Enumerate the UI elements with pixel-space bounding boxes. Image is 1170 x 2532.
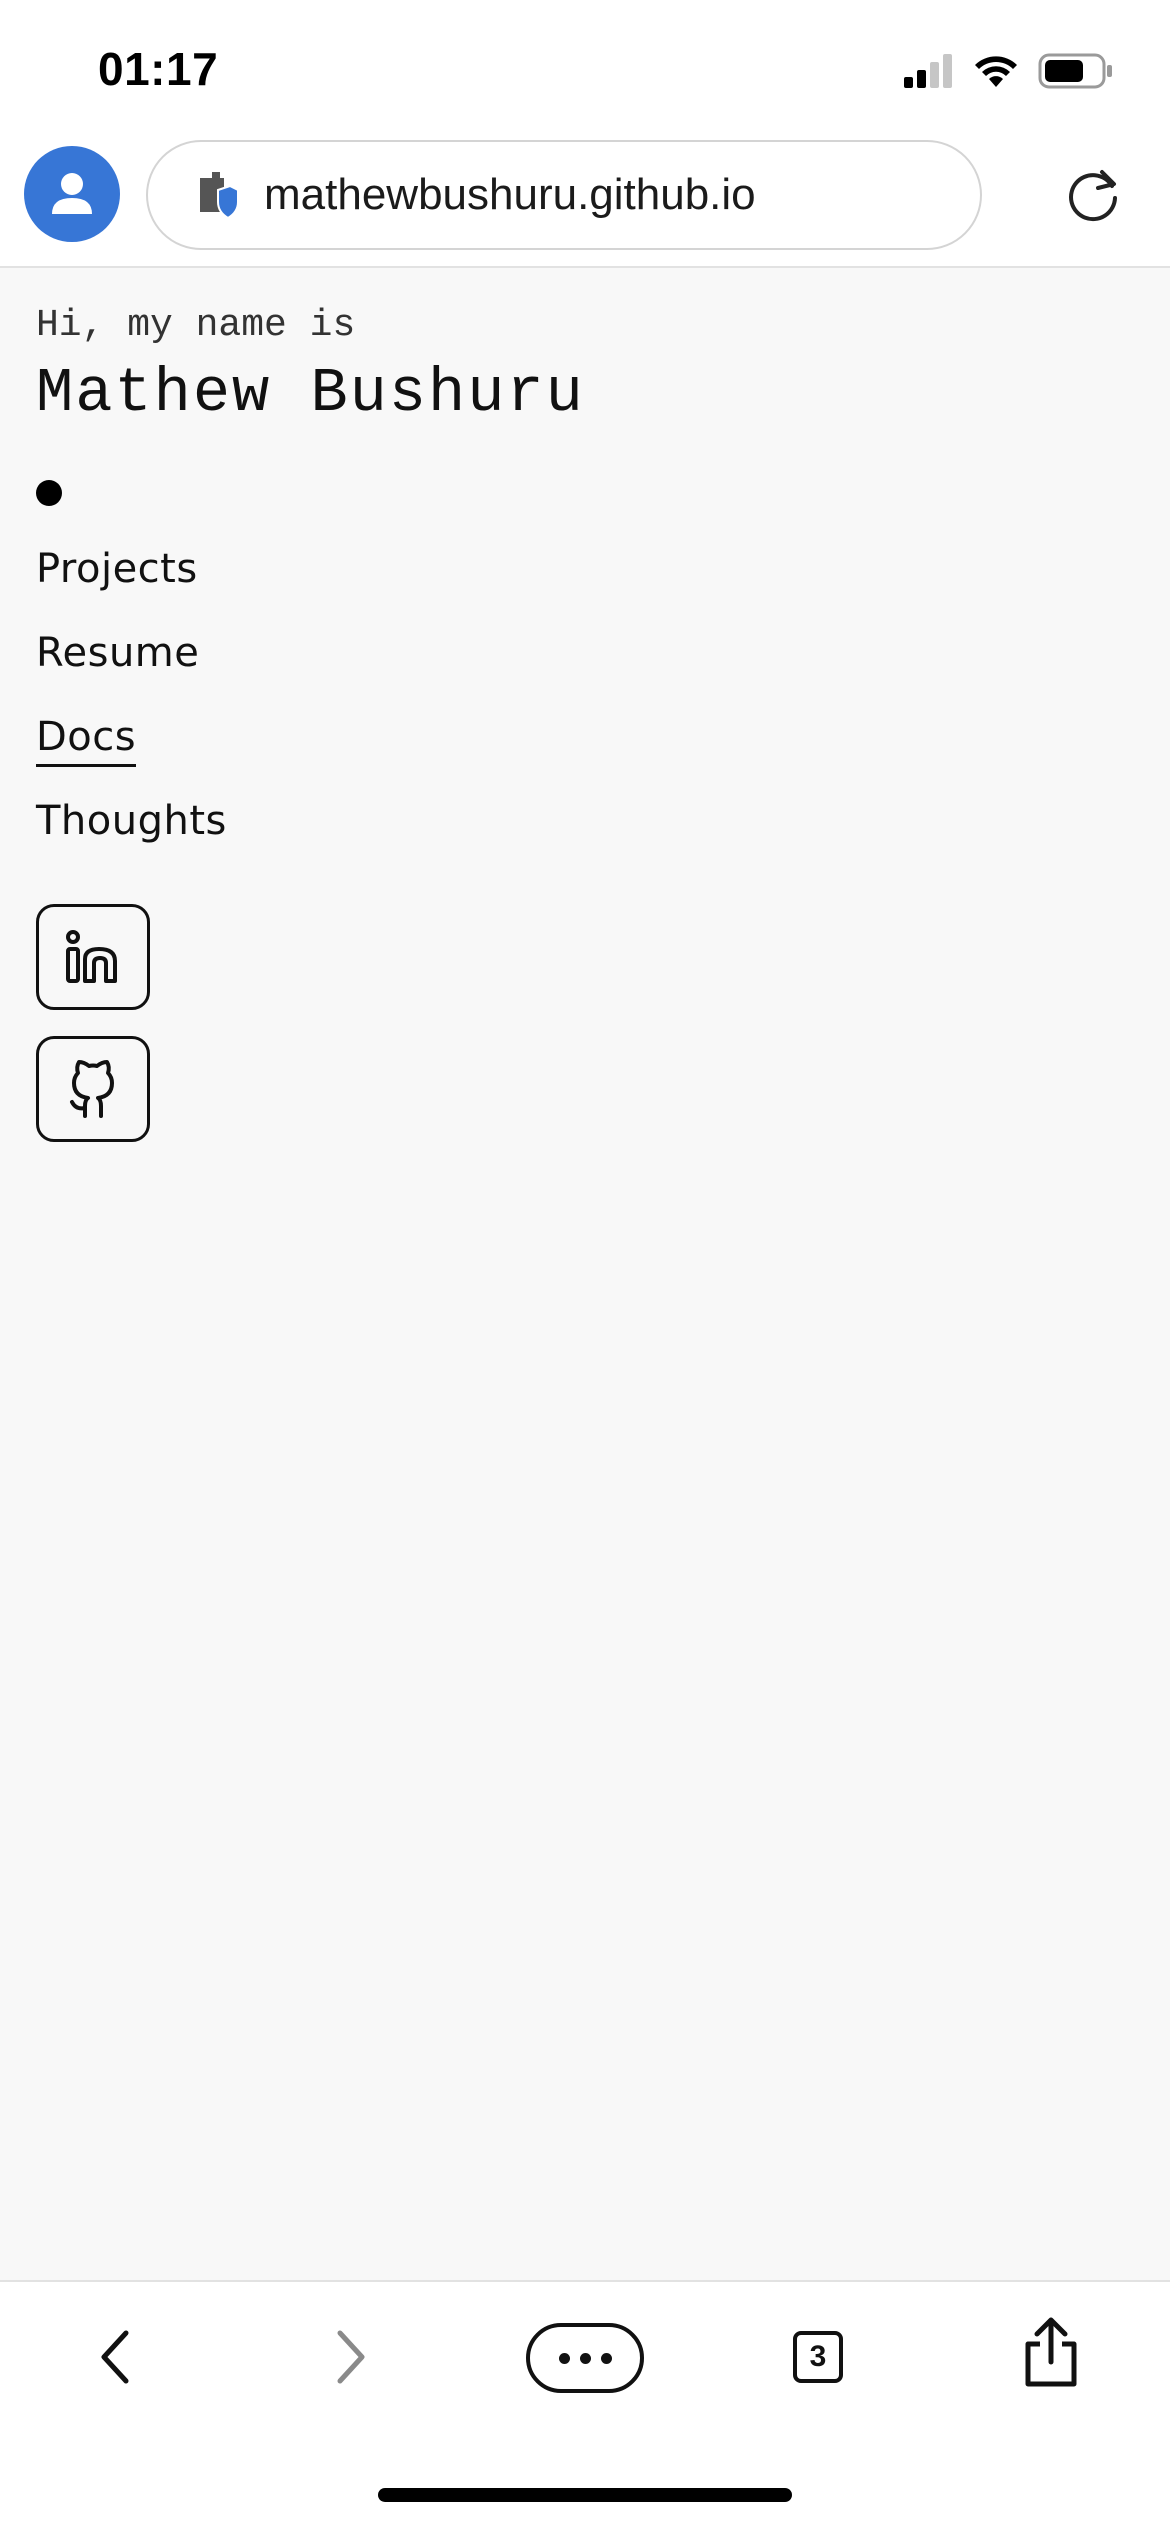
linkedin-button[interactable] xyxy=(36,904,150,1010)
forward-button[interactable] xyxy=(322,2322,378,2392)
status-icons xyxy=(902,50,1114,96)
browser-address-bar: mathewbushuru.github.io xyxy=(0,136,1170,268)
tabs-icon: 3 xyxy=(793,2331,843,2383)
nav-item-resume[interactable]: Resume xyxy=(36,630,227,714)
forward-icon xyxy=(337,2330,365,2384)
greeting-text: Hi, my name is xyxy=(36,304,356,347)
back-icon xyxy=(101,2330,129,2384)
bullet-dot xyxy=(36,480,62,506)
url-field[interactable]: mathewbushuru.github.io xyxy=(146,140,982,250)
home-indicator xyxy=(378,2488,792,2502)
secure-shield-icon xyxy=(190,168,240,222)
nav-item-thoughts[interactable]: Thoughts xyxy=(36,798,227,882)
profile-avatar[interactable] xyxy=(24,146,120,242)
status-bar: 01:17 xyxy=(0,0,1170,136)
share-icon xyxy=(1025,2317,1077,2387)
tabs-button[interactable]: 3 xyxy=(790,2322,846,2392)
back-button[interactable] xyxy=(88,2322,144,2392)
github-button[interactable] xyxy=(36,1036,150,1142)
nav-item-label: Projects xyxy=(36,546,198,592)
nav-menu: Projects Resume Docs Thoughts xyxy=(36,546,227,882)
page-title: Mathew Bushuru xyxy=(36,358,585,429)
nav-item-label: Docs xyxy=(36,714,137,767)
battery-icon xyxy=(1038,52,1114,95)
share-button[interactable] xyxy=(1022,2314,1080,2390)
nav-item-projects[interactable]: Projects xyxy=(36,546,227,630)
linkedin-icon xyxy=(66,930,117,983)
wifi-icon xyxy=(972,53,1020,94)
reload-button[interactable] xyxy=(1060,162,1126,228)
web-page: Hi, my name is Mathew Bushuru Projects R… xyxy=(0,268,1170,2280)
status-time: 01:17 xyxy=(98,43,219,95)
reload-icon xyxy=(1069,170,1117,222)
more-menu-button[interactable] xyxy=(524,2322,646,2394)
github-icon xyxy=(70,1060,114,1118)
nav-item-docs[interactable]: Docs xyxy=(36,714,227,798)
url-text: mathewbushuru.github.io xyxy=(264,170,756,219)
nav-item-label: Resume xyxy=(36,630,200,676)
user-icon xyxy=(52,173,92,214)
more-icon xyxy=(526,2323,644,2393)
cellular-signal-icon xyxy=(902,53,954,94)
nav-item-label: Thoughts xyxy=(36,798,227,844)
